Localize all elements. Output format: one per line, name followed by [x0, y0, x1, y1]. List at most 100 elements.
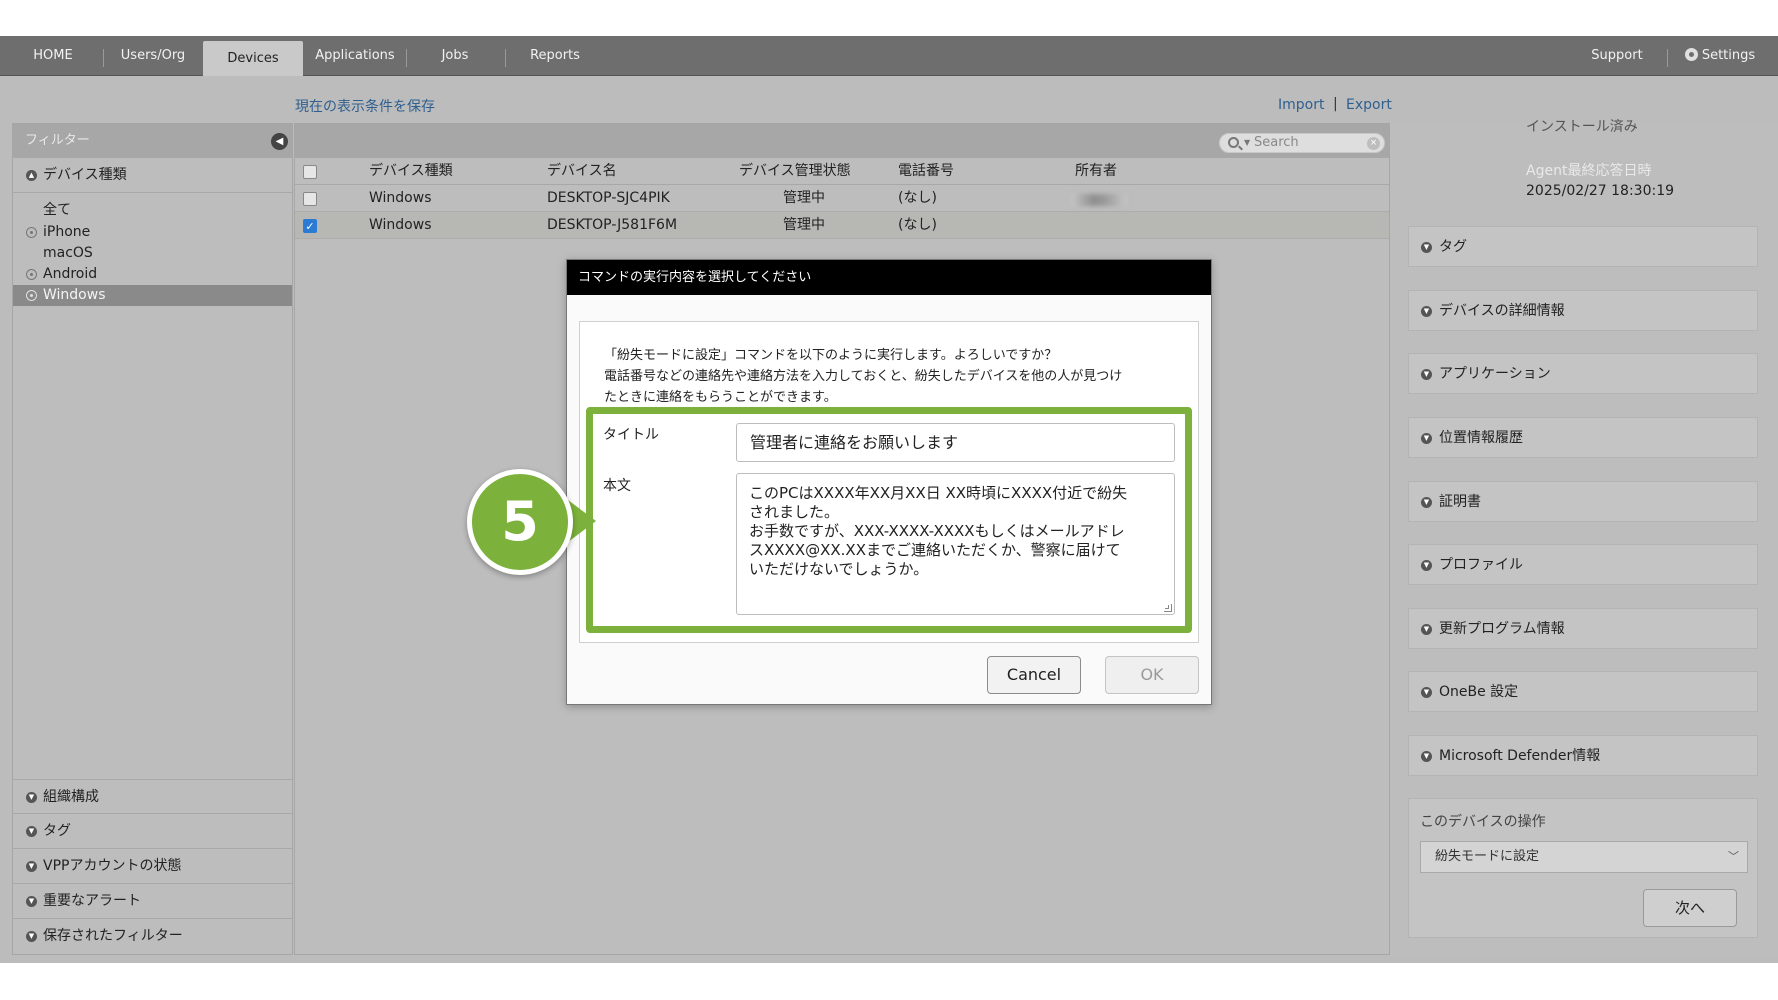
nav-applications[interactable]: Applications	[308, 36, 402, 76]
nav-separator	[1667, 49, 1668, 67]
ok-button[interactable]: OK	[1105, 656, 1199, 694]
details-section-defender[interactable]: ▼ Microsoft Defender情報	[1408, 735, 1758, 776]
nav-reports[interactable]: Reports	[520, 36, 590, 76]
column-header-phone[interactable]: 電話番号	[898, 158, 954, 185]
table-row[interactable]: ✓ Windows DESKTOP-J581F6M 管理中 (なし)	[295, 212, 1389, 239]
row-checkbox-checked[interactable]: ✓	[303, 219, 317, 233]
filter-section-alerts[interactable]: ▼ 重要なアラート	[13, 884, 292, 919]
details-section-label: OneBe 設定	[1439, 684, 1519, 700]
search-icon	[1228, 137, 1239, 148]
expand-circle-icon: ▼	[1421, 624, 1432, 635]
filter-section-label: 組織構成	[43, 789, 99, 805]
details-section-certificates[interactable]: ▼ 証明書	[1408, 481, 1758, 522]
device-operations-box: このデバイスの操作 紛失モードに設定 ﹀ 次へ	[1408, 798, 1758, 938]
top-strip	[0, 0, 1778, 36]
lost-mode-title-input[interactable]: 管理者に連絡をお願いします	[736, 423, 1175, 462]
radio-dot-icon	[26, 227, 37, 238]
expand-circle-icon: ▼	[1421, 242, 1432, 253]
details-section-device-info[interactable]: ▼ デバイスの詳細情報	[1408, 290, 1758, 331]
os-item-all[interactable]: 全て	[13, 200, 292, 221]
filter-section-tag[interactable]: ▼ タグ	[13, 814, 292, 849]
details-section-label: Microsoft Defender情報	[1439, 748, 1601, 764]
next-button[interactable]: 次へ	[1643, 889, 1737, 927]
device-operation-selected: 紛失モードに設定	[1435, 849, 1540, 864]
os-item-windows[interactable]: Windows	[13, 285, 292, 306]
bottom-strip	[0, 963, 1778, 1000]
details-section-profiles[interactable]: ▼ プロファイル	[1408, 544, 1758, 585]
save-view-link[interactable]: 現在の表示条件を保存	[295, 96, 435, 116]
cancel-button[interactable]: Cancel	[987, 656, 1081, 694]
row-checkbox[interactable]	[303, 192, 317, 206]
filter-section-org[interactable]: ▼ 組織構成	[13, 779, 292, 814]
filter-section-label: VPPアカウントの状態	[43, 858, 182, 874]
filter-section-label: デバイス種類	[43, 167, 127, 183]
nav-devices[interactable]: Devices	[203, 41, 303, 77]
radio-dot-icon	[26, 290, 37, 301]
nav-support[interactable]: Support	[1580, 36, 1654, 76]
nav-settings[interactable]: Settings	[1680, 36, 1760, 76]
os-item-android[interactable]: Android	[13, 264, 292, 285]
device-operation-select[interactable]: 紛失モードに設定 ﹀	[1420, 841, 1748, 873]
column-header-owner[interactable]: 所有者	[1075, 158, 1117, 185]
import-link[interactable]: Import	[1278, 97, 1324, 113]
nav-settings-label: Settings	[1701, 48, 1756, 63]
column-header-type[interactable]: デバイス種類	[369, 158, 453, 185]
cell-device-phone: (なし)	[898, 190, 937, 206]
clear-search-icon[interactable]: ×	[1367, 137, 1380, 150]
expand-circle-icon: ▼	[1421, 751, 1432, 762]
details-section-updates[interactable]: ▼ 更新プログラム情報	[1408, 608, 1758, 649]
column-header-status[interactable]: デバイス管理状態	[739, 158, 851, 185]
details-section-tag[interactable]: ▼ タグ	[1408, 226, 1758, 267]
expand-circle-icon: ▼	[26, 792, 37, 803]
os-item-macos[interactable]: macOS	[13, 243, 292, 264]
expand-circle-icon: ▼	[1421, 497, 1432, 508]
table-row[interactable]: Windows DESKTOP-SJC4PIK 管理中 (なし)	[295, 185, 1389, 212]
select-all-checkbox[interactable]	[303, 165, 317, 179]
details-section-label: プロファイル	[1439, 557, 1523, 573]
os-item-label: Android	[43, 266, 98, 282]
os-item-label: iPhone	[43, 224, 91, 240]
os-item-iphone[interactable]: iPhone	[13, 222, 292, 243]
expand-circle-icon: ▼	[1421, 306, 1432, 317]
body-text: このPCはXXXX年XX月XX日 XX時頃にXXXX付近で紛失 されました。 お…	[749, 484, 1128, 578]
dialog-description: 「紛失モードに設定」コマンドを以下のように実行します。よろしいですか？ 電話番号…	[604, 345, 1204, 408]
cell-device-type: Windows	[369, 190, 432, 206]
main-navbar: HOME Users/Org Devices Applications Jobs…	[0, 36, 1778, 77]
radio-dot-icon	[26, 269, 37, 280]
filter-header-label: フィルター	[25, 133, 90, 148]
filter-section-vpp[interactable]: ▼ VPPアカウントの状態	[13, 849, 292, 884]
cell-device-type: Windows	[369, 217, 432, 233]
filter-header: フィルター ◀	[13, 124, 292, 158]
filter-section-label: 保存されたフィルター	[43, 928, 183, 944]
export-link[interactable]: Export	[1346, 97, 1392, 113]
filter-section-label: 重要なアラート	[43, 893, 141, 909]
nav-home[interactable]: HOME	[20, 36, 86, 76]
column-header-name[interactable]: デバイス名	[547, 158, 617, 185]
lost-mode-body-textarea[interactable]: このPCはXXXX年XX月XX日 XX時頃にXXXX付近で紛失 されました。 お…	[736, 473, 1175, 615]
dialog-title: コマンドの実行内容を選択してください	[567, 260, 1211, 295]
details-section-location-history[interactable]: ▼ 位置情報履歴	[1408, 417, 1758, 458]
resize-grip-icon[interactable]	[1164, 604, 1172, 612]
step-number-badge: 5	[467, 469, 573, 575]
filter-section-device-type[interactable]: ▲ デバイス種類	[13, 158, 292, 193]
owner-redacted	[1071, 194, 1127, 206]
link-separator: |	[1333, 96, 1338, 112]
expand-circle-icon: ▼	[1421, 687, 1432, 698]
search-options-icon: ▼	[1244, 138, 1251, 147]
collapse-panel-icon[interactable]: ◀	[271, 133, 288, 150]
nav-separator	[505, 49, 506, 67]
os-item-label: Windows	[43, 287, 106, 303]
nav-users-org[interactable]: Users/Org	[110, 36, 196, 76]
search-input[interactable]: ▼ Search ×	[1219, 133, 1385, 153]
details-section-label: アプリケーション	[1439, 366, 1551, 382]
details-section-onebe[interactable]: ▼ OneBe 設定	[1408, 671, 1758, 712]
expand-circle-icon: ▼	[26, 861, 37, 872]
details-section-applications[interactable]: ▼ アプリケーション	[1408, 353, 1758, 394]
nav-separator	[406, 49, 407, 67]
filter-panel: フィルター ◀ ▲ デバイス種類 全て iPhone macOS Android…	[12, 123, 293, 955]
expand-circle-icon: ▼	[26, 826, 37, 837]
filter-section-saved[interactable]: ▼ 保存されたフィルター	[13, 919, 292, 954]
chevron-down-icon: ﹀	[1728, 850, 1739, 863]
cell-device-name: DESKTOP-SJC4PIK	[547, 190, 670, 206]
nav-jobs[interactable]: Jobs	[420, 36, 490, 76]
